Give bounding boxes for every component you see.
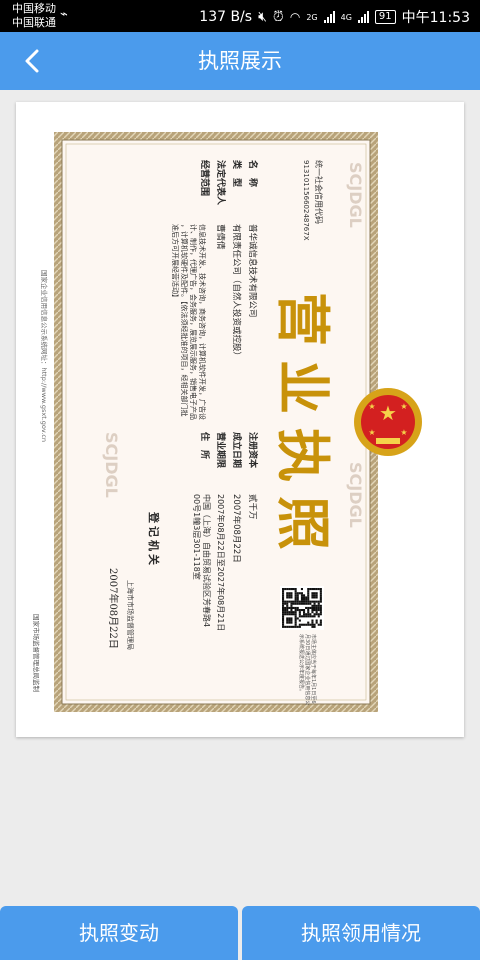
- watermark-1: SCJDGL: [346, 162, 365, 228]
- svg-text:★: ★: [379, 401, 397, 425]
- name-value: 普华诚信息技术有限公司: [247, 224, 258, 318]
- svg-text:★: ★: [368, 402, 375, 411]
- license-change-button[interactable]: 执照变动: [0, 906, 238, 960]
- license-image[interactable]: 国家企业信用信息公示系统网址：http://www.gsxt.gov.cn 国家…: [16, 102, 464, 737]
- carrier-2: 中国联通: [12, 16, 56, 29]
- alarm-icon: ⏰︎: [272, 9, 284, 25]
- rep-value: 曹倩倩: [215, 224, 226, 250]
- watermark-2: SCJDGL: [346, 462, 365, 528]
- usb-icon: ⌁: [60, 7, 68, 22]
- battery-icon: 91: [374, 10, 396, 24]
- svg-text:★: ★: [400, 428, 407, 437]
- authority-label: 登记机关: [147, 511, 161, 568]
- network-4g: 4G: [340, 12, 352, 22]
- text-line: 市场主体应当于每年1月1日至6: [310, 634, 317, 704]
- mute-icon: 🔇︎: [258, 9, 267, 25]
- watermark-3: SCJDGL: [102, 432, 121, 498]
- capital-value: 贰千万: [247, 494, 258, 520]
- side-text-right: 国家市场监督管理总局监制: [32, 614, 41, 693]
- qr-code-icon: [280, 586, 324, 630]
- carrier-info: 中国移动 中国联通: [12, 2, 56, 30]
- term-value: 2007年08月22日至2027年08月21日: [216, 494, 226, 631]
- issue-date: 2007年08月22日: [107, 568, 120, 649]
- status-right: 137 B/s 🔇︎ ⏰︎ ◠ 2G 4G 91 中午11:53: [199, 7, 470, 27]
- credit-code-label: 统一社会信用代码: [314, 160, 324, 224]
- text-line: 月30日通过国家企业信用信息公: [304, 634, 311, 705]
- svg-text:★: ★: [368, 428, 375, 437]
- type-value: 有限责任公司（自然人投资或控股）: [231, 224, 242, 360]
- scope-label: 经营范围: [199, 160, 211, 196]
- capital-label: 注册资本: [247, 432, 259, 469]
- svg-text:★: ★: [400, 402, 407, 411]
- rep-label: 法定代表人: [215, 160, 227, 206]
- est-value: 2007年08月22日: [231, 494, 242, 563]
- license-usage-button[interactable]: 执照领用情况: [242, 906, 480, 960]
- type-label: 类 型: [231, 160, 243, 187]
- page-title: 执照展示: [198, 49, 282, 73]
- status-bar: 中国移动 中国联通 ⌁ 137 B/s 🔇︎ ⏰︎ ◠ 2G 4G 91 中午1…: [0, 0, 480, 32]
- signal-1-icon: [323, 11, 335, 23]
- wifi-icon: ◠: [289, 10, 301, 24]
- network-speed: 137 B/s: [199, 9, 253, 25]
- credit-code-value: 91310115660248767X: [302, 160, 310, 241]
- carrier-1: 中国移动: [12, 2, 56, 15]
- text-line: 计、制作，代理广告，会务服务，展览展示服务，销售电子产品: [189, 224, 198, 420]
- name-label: 名 称: [247, 160, 259, 187]
- text-line: 准后方可开展经营活动】: [171, 224, 180, 301]
- side-text-left: 国家企业信用信息公示系统网址：http://www.gsxt.gov.cn: [40, 270, 49, 442]
- est-label: 成立日期: [231, 432, 243, 468]
- content-area: 国家企业信用信息公示系统网址：http://www.gsxt.gov.cn 国家…: [0, 90, 480, 906]
- clock: 中午11:53: [401, 10, 470, 26]
- app-header: 执照展示: [0, 32, 480, 90]
- signal-2-icon: [357, 11, 369, 23]
- authority-name: 上海市市场监督管理局: [126, 580, 135, 650]
- national-emblem-icon: ★ ★ ★ ★ ★: [354, 388, 422, 456]
- text-line: 示系统报送公示年度报告。: [298, 634, 305, 694]
- network-2g: 2G: [306, 12, 318, 22]
- addr-label: 住 所: [199, 432, 211, 459]
- term-label: 营业期限: [215, 432, 227, 469]
- text-line: 信息技术开发、技术咨询，商务咨询，计算机软件开发，广告设: [198, 224, 207, 420]
- text-line: 00号1幢3层301-118室: [192, 494, 202, 580]
- license-main-title: 营业执照: [271, 292, 335, 564]
- text-line: 中国（上海）自由贸易试验区芳春路4: [202, 494, 212, 627]
- text-line: ，计算机软硬件及配件。【依法须经批准的项目，经相关部门批: [180, 224, 189, 417]
